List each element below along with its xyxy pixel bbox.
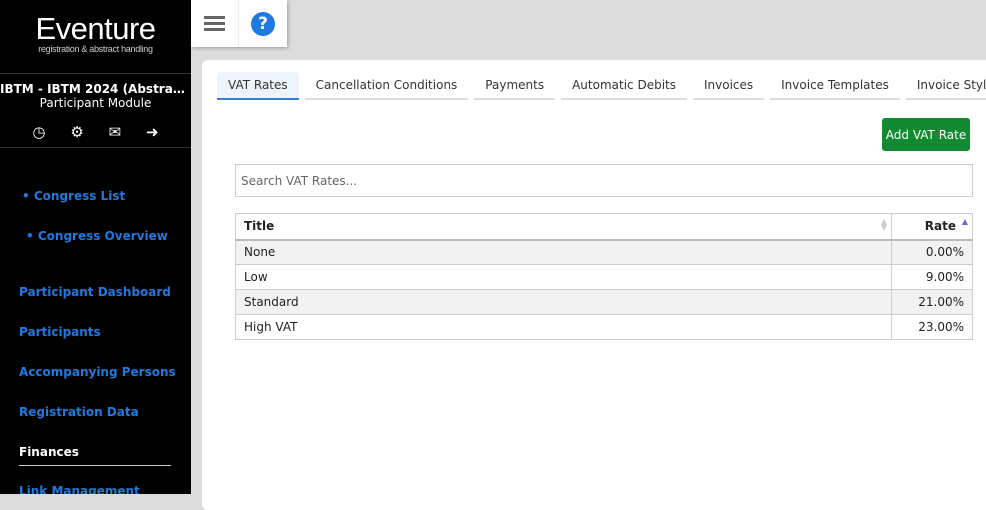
vat-title-cell: High VAT [235,314,892,340]
vat-rate-cell: 21.00% [891,289,973,315]
finance-tabs: VAT Rates Cancellation Conditions Paymen… [217,72,986,100]
table-row[interactable]: Standard 21.00% [235,289,973,315]
sidebar-item-participants[interactable]: Participants [19,325,101,339]
sidebar-item-registration-data[interactable]: Registration Data [19,405,139,419]
vat-title-cell: Low [235,264,892,290]
sidebar: Eventure registration & abstract handlin… [0,0,191,494]
table-row[interactable]: High VAT 23.00% [235,314,973,340]
logout-icon[interactable]: ➜ [146,123,159,141]
sidebar-icons: ◷ ⚙ ✉ ➜ [0,110,191,148]
congress-info: IBTM - IBTM 2024 (Abstracts & Par... Par… [0,74,191,110]
mail-icon[interactable]: ✉ [109,123,122,141]
content-card: VAT Rates Cancellation Conditions Paymen… [202,60,986,510]
column-header-title[interactable]: Title ▲ ▼ [235,213,892,241]
vat-rate-cell: 23.00% [891,314,973,340]
sidebar-item-accompanying-persons[interactable]: Accompanying Persons [19,365,176,379]
table-row[interactable]: Low 9.00% [235,264,973,290]
vat-title-cell: None [235,239,892,265]
top-toolbar: ? [191,0,287,47]
tab-vat-rates[interactable]: VAT Rates [217,72,299,100]
vat-title-cell: Standard [235,289,892,315]
column-header-rate[interactable]: Rate ▲ [891,213,973,241]
active-underline [19,465,171,466]
gear-icon[interactable]: ⚙ [70,123,83,141]
sidebar-item-finances[interactable]: Finances [19,445,79,459]
sidebar-item-link-management[interactable]: Link Management [19,484,140,494]
logo[interactable]: Eventure registration & abstract handlin… [0,0,191,74]
congress-title: IBTM - IBTM 2024 (Abstracts & Par... [0,82,191,96]
help-icon: ? [251,11,275,36]
tab-payments[interactable]: Payments [474,72,556,100]
add-vat-rate-button[interactable]: Add VAT Rate [882,118,970,151]
tab-invoice-templates[interactable]: Invoice Templates [770,72,900,100]
sidebar-item-participant-dashboard[interactable]: Participant Dashboard [19,285,171,299]
hamburger-menu-button[interactable] [191,0,239,47]
clock-icon[interactable]: ◷ [32,123,45,141]
tab-cancellation-conditions[interactable]: Cancellation Conditions [304,72,469,100]
tab-invoice-styling[interactable]: Invoice Styling [905,72,986,100]
module-name: Participant Module [39,96,152,110]
sidebar-item-congress-list[interactable]: • Congress List [22,189,125,203]
table-row[interactable]: None 0.00% [235,239,973,265]
sort-icon: ▲ ▼ [880,217,887,232]
sidebar-item-congress-overview[interactable]: • Congress Overview [26,229,168,243]
vat-rate-cell: 9.00% [891,264,973,290]
tab-automatic-debits[interactable]: Automatic Debits [561,72,687,100]
vat-rates-table: Title ▲ ▼ Rate ▲ None 0.00% Low 9.00% Standard 2… [235,213,973,340]
help-button[interactable]: ? [239,0,287,47]
hamburger-icon [204,13,225,34]
vat-rate-cell: 0.00% [891,239,973,265]
search-input[interactable] [235,164,973,197]
tab-invoices[interactable]: Invoices [692,72,765,100]
sort-ascending-icon: ▲ [961,217,968,226]
